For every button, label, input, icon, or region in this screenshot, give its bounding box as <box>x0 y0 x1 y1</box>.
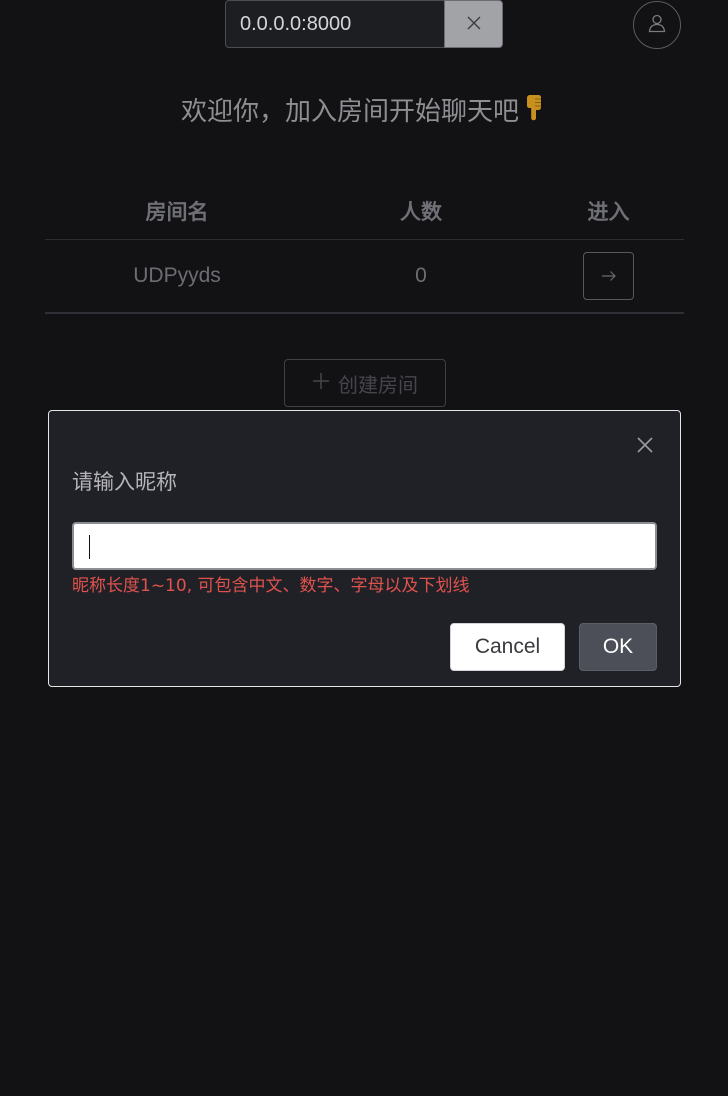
nickname-validation-hint: 昵称长度1~10, 可包含中文、数字、字母以及下划线 <box>72 576 470 596</box>
column-header-enter: 进入 <box>587 199 630 224</box>
text-caret <box>89 535 90 559</box>
arrow-right-icon <box>601 264 617 288</box>
column-header-room-name: 房间名 <box>145 199 209 224</box>
user-avatar-button[interactable] <box>633 1 681 49</box>
room-table: 房间名 人数 进入 UDPyyds 0 <box>45 182 684 314</box>
cancel-button[interactable]: Cancel <box>450 623 565 671</box>
welcome-heading: 欢迎你，加入房间开始聊天吧 <box>0 92 728 132</box>
room-enter-cell <box>533 252 684 300</box>
create-room-label: 创建房间 <box>338 372 418 397</box>
server-clear-button[interactable] <box>444 0 503 48</box>
welcome-text: 欢迎你，加入房间开始聊天吧 <box>180 97 519 127</box>
nickname-dialog: 请输入昵称 昵称长度1~10, 可包含中文、数字、字母以及下划线 Cancel … <box>48 410 681 687</box>
dialog-close-button[interactable] <box>635 437 655 457</box>
nickname-input[interactable] <box>72 522 657 570</box>
server-address-bar: 0.0.0.0:8000 <box>225 0 503 48</box>
ok-button[interactable]: OK <box>579 623 657 671</box>
column-header-count: 人数 <box>400 199 442 224</box>
close-icon <box>467 15 481 34</box>
server-address-input[interactable]: 0.0.0.0:8000 <box>225 0 444 48</box>
close-icon <box>636 436 654 458</box>
dialog-title: 请输入昵称 <box>72 470 177 494</box>
app-page: 0.0.0.0:8000 欢迎你，加入房间开始聊天吧 房间名 人数 进入 UDP… <box>0 0 728 1096</box>
plus-icon <box>312 371 330 395</box>
pointing-down-hand-icon <box>525 93 547 133</box>
enter-room-button[interactable] <box>583 252 634 300</box>
table-header-row: 房间名 人数 进入 <box>45 182 684 240</box>
create-room-button[interactable]: 创建房间 <box>284 359 446 407</box>
user-icon <box>647 13 667 37</box>
room-name-cell: UDPyyds <box>133 264 221 287</box>
table-row: UDPyyds 0 <box>45 240 684 314</box>
room-count-cell: 0 <box>415 264 427 287</box>
